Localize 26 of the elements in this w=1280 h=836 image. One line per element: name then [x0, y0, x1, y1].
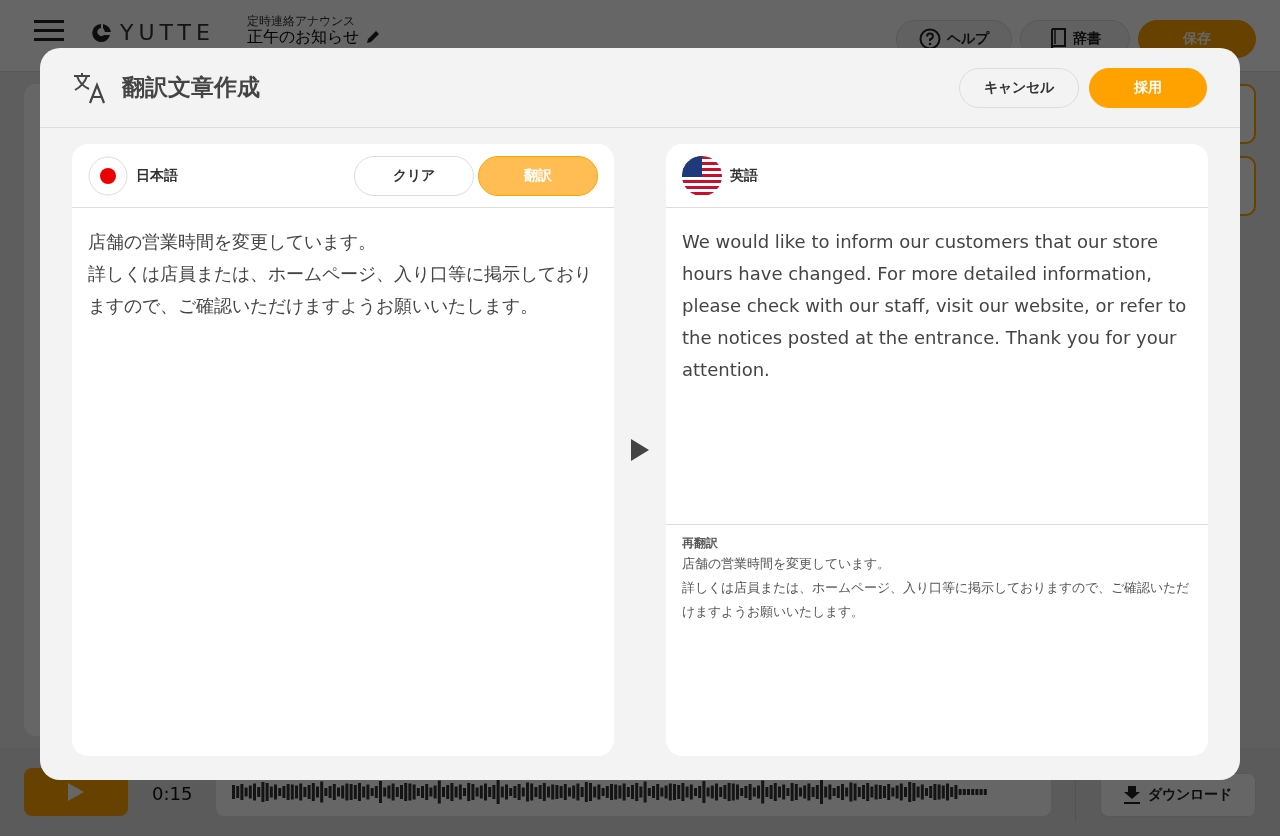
- back-translation-text: 店舗の営業時間を変更しています。 詳しくは店員または、ホームページ、入り口等に掲示しておりますので、ご確認いただけますようお願いいたします。: [682, 555, 1190, 621]
- translate-icon: [72, 70, 106, 105]
- play-arrow-icon: [631, 439, 649, 461]
- logo-icon: [90, 22, 112, 43]
- clear-button[interactable]: クリア: [354, 155, 474, 196]
- download-icon: [1124, 786, 1140, 804]
- menu-icon: [34, 20, 64, 42]
- playback-time: 0:15: [152, 785, 193, 803]
- flag-icon: [88, 155, 128, 196]
- help-icon: [919, 28, 941, 50]
- translated-text: We would like to inform our customers that our store hours have changed. For more detailed information, please check with our staff, visit our website, or refer to the notices posted at the entrance. Thank you for your attention.: [681, 230, 1188, 382]
- logo-text: YUTTE: [120, 20, 215, 45]
- book-icon: [1049, 28, 1067, 50]
- adopt-button[interactable]: 採用: [1089, 67, 1207, 108]
- source-text-field[interactable]: 店舗の営業時間を変更しています。 詳しくは店員または、ホームページ、入り口等に掲示しておりますので、ご確認いただけますようお願いいたします。: [72, 208, 614, 340]
- translate-button[interactable]: 翻訳: [478, 155, 598, 196]
- announcement-title: 正午のお知らせ: [246, 28, 359, 46]
- dialog-title: 翻訳文章作成: [122, 73, 260, 102]
- announcement-type: 定時連絡アナウンス: [246, 14, 356, 28]
- language-label: 日本語: [136, 166, 178, 185]
- back-translation-label: 再翻訳: [682, 535, 719, 552]
- pencil-icon: [364, 29, 381, 45]
- flag-icon: [682, 155, 722, 196]
- language-label: 英語: [730, 166, 758, 185]
- play-icon: [68, 783, 84, 801]
- cancel-button[interactable]: キャンセル: [959, 67, 1079, 108]
